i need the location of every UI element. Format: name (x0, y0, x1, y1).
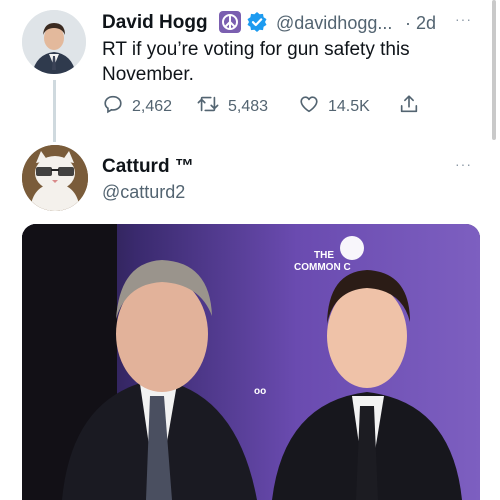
retweet-icon (196, 93, 220, 120)
avatar-portrait-image (22, 10, 86, 74)
more-icon[interactable]: ··· (455, 11, 472, 27)
tweet-author-name[interactable]: David Hogg (102, 12, 208, 34)
tweet-text-line-1: RT if you’re voting for gun safety this (102, 39, 410, 60)
verified-badge-icon (246, 11, 268, 33)
photo-illustration (22, 224, 480, 500)
avatar-cat-image (22, 145, 88, 211)
share-icon (398, 93, 420, 120)
avatar-catturd[interactable] (22, 145, 88, 211)
tweet-author-handle[interactable]: @catturd2 (102, 182, 185, 203)
like-button[interactable]: 14.5K (298, 93, 370, 120)
backdrop-text-line-2: COMMON C (294, 262, 351, 273)
tweet-author-name[interactable]: Catturd ™ (102, 156, 194, 178)
like-count: 14.5K (328, 97, 370, 115)
retweet-button[interactable]: 5,483 (196, 93, 268, 120)
tweet-text-line-2: November. (102, 64, 194, 85)
scrollbar[interactable] (492, 0, 496, 140)
more-icon[interactable]: ··· (455, 156, 472, 172)
share-button[interactable] (398, 93, 420, 120)
backdrop-text-line-1: THE (314, 250, 334, 261)
tweet-photo[interactable]: THE COMMON C oo (22, 224, 480, 500)
peace-icon (219, 11, 241, 33)
avatar-david-hogg[interactable] (22, 10, 86, 74)
reply-count: 2,462 (132, 97, 173, 115)
thread-connector-line (53, 80, 56, 142)
backdrop-text-fragment: oo (254, 386, 267, 397)
retweet-count: 5,483 (228, 97, 269, 115)
reply-button[interactable]: 2,462 (102, 93, 172, 120)
like-icon (298, 93, 320, 120)
tweet-timestamp[interactable]: · 2d (405, 13, 436, 34)
reply-icon (102, 93, 124, 120)
tweet-author-handle[interactable]: @davidhogg... (276, 13, 392, 34)
